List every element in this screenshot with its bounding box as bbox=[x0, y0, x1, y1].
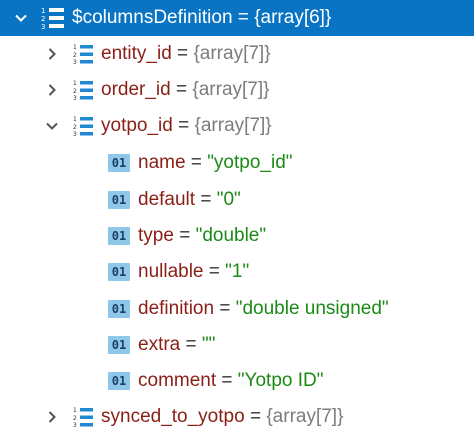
svg-text:2: 2 bbox=[73, 52, 77, 59]
variable-name: comment bbox=[138, 370, 217, 391]
tree-row-comment[interactable]: 01 comment = "Yotpo ID" bbox=[0, 363, 474, 399]
svg-text:3: 3 bbox=[73, 59, 77, 65]
equals-sign: = bbox=[172, 115, 195, 136]
primitive-01-icon: 01 bbox=[108, 336, 130, 354]
primitive-01-icon: 01 bbox=[108, 372, 130, 390]
tree-row-nullable[interactable]: 01 nullable = "1" bbox=[0, 254, 474, 290]
svg-text:1: 1 bbox=[73, 44, 77, 51]
variable-value: {array[7]} bbox=[266, 406, 344, 427]
svg-text:3: 3 bbox=[73, 131, 77, 137]
variable-name: synced_to_yotpo bbox=[101, 406, 245, 427]
chevron-right-icon[interactable] bbox=[43, 408, 61, 426]
equals-sign: = bbox=[170, 79, 193, 100]
variables-tree: 1 2 3 $columnsDefinition = {array[6]} 1 … bbox=[0, 0, 474, 437]
svg-text:3: 3 bbox=[41, 23, 45, 30]
equals-sign: = bbox=[203, 261, 226, 282]
primitive-01-icon: 01 bbox=[108, 154, 130, 172]
equals-sign: = bbox=[180, 334, 202, 355]
variable-name: yotpo_id bbox=[101, 115, 173, 136]
svg-text:1: 1 bbox=[73, 407, 77, 414]
variable-value: {array[6]} bbox=[254, 7, 332, 28]
equals-sign: = bbox=[173, 225, 196, 246]
variable-name: type bbox=[138, 225, 174, 246]
variable-value: "double" bbox=[195, 225, 267, 246]
array-list-icon: 1 2 3 bbox=[73, 43, 95, 65]
array-list-icon: 1 2 3 bbox=[73, 79, 95, 101]
svg-text:3: 3 bbox=[73, 422, 77, 428]
svg-text:2: 2 bbox=[73, 415, 77, 422]
tree-row-extra[interactable]: 01 extra = "" bbox=[0, 327, 474, 363]
chevron-right-icon[interactable] bbox=[43, 45, 61, 63]
tree-row-synced-to-yotpo[interactable]: 1 2 3 synced_to_yotpo = {array[7]} bbox=[0, 399, 474, 435]
primitive-01-icon: 01 bbox=[108, 300, 130, 318]
variable-name: order_id bbox=[101, 79, 171, 100]
chevron-down-icon[interactable] bbox=[43, 117, 61, 135]
equals-sign: = bbox=[171, 43, 194, 64]
variable-value: {array[7]} bbox=[192, 79, 270, 100]
variable-value: "1" bbox=[225, 261, 250, 282]
variable-name: $columnsDefinition bbox=[72, 7, 233, 28]
equals-sign: = bbox=[195, 189, 217, 210]
tree-row-entity-id[interactable]: 1 2 3 entity_id = {array[7]} bbox=[0, 36, 474, 72]
tree-row-definition[interactable]: 01 definition = "double unsigned" bbox=[0, 291, 474, 327]
equals-sign: = bbox=[244, 406, 267, 427]
equals-sign: = bbox=[185, 152, 208, 173]
svg-text:2: 2 bbox=[41, 15, 45, 23]
variable-value: "yotpo_id" bbox=[207, 152, 293, 173]
svg-text:2: 2 bbox=[73, 88, 77, 95]
variable-name: extra bbox=[138, 334, 181, 355]
array-list-icon: 1 2 3 bbox=[40, 6, 66, 30]
primitive-01-icon: 01 bbox=[108, 263, 130, 281]
variable-value: "Yotpo ID" bbox=[237, 370, 324, 391]
equals-sign: = bbox=[214, 298, 236, 319]
svg-text:1: 1 bbox=[73, 80, 77, 87]
equals-sign: = bbox=[232, 7, 255, 28]
chevron-right-icon[interactable] bbox=[43, 81, 61, 99]
primitive-01-icon: 01 bbox=[108, 191, 130, 209]
tree-row-yotpo-id[interactable]: 1 2 3 yotpo_id = {array[7]} bbox=[0, 108, 474, 144]
variable-value: {array[7]} bbox=[194, 115, 272, 136]
primitive-01-icon: 01 bbox=[108, 227, 130, 245]
variable-name: default bbox=[138, 189, 196, 210]
chevron-down-icon[interactable] bbox=[12, 9, 30, 27]
tree-row-name[interactable]: 01 name = "yotpo_id" bbox=[0, 145, 474, 181]
tree-row-default[interactable]: 01 default = "0" bbox=[0, 182, 474, 218]
variable-name: nullable bbox=[138, 261, 204, 282]
array-list-icon: 1 2 3 bbox=[73, 406, 95, 428]
variable-value: "double unsigned" bbox=[235, 298, 389, 319]
variable-value: "" bbox=[201, 334, 216, 355]
svg-text:1: 1 bbox=[41, 7, 45, 15]
tree-row-type[interactable]: 01 type = "double" bbox=[0, 218, 474, 254]
tree-row-columns-definition[interactable]: 1 2 3 $columnsDefinition = {array[6]} bbox=[0, 0, 474, 36]
svg-text:2: 2 bbox=[73, 124, 77, 131]
equals-sign: = bbox=[216, 370, 238, 391]
tree-row-order-id[interactable]: 1 2 3 order_id = {array[7]} bbox=[0, 72, 474, 108]
svg-text:3: 3 bbox=[73, 95, 77, 101]
variable-name: definition bbox=[138, 298, 215, 319]
array-list-icon: 1 2 3 bbox=[73, 115, 95, 137]
svg-text:1: 1 bbox=[73, 116, 77, 123]
variable-value: "0" bbox=[216, 189, 241, 210]
variable-value: {array[7]} bbox=[193, 43, 271, 64]
variable-name: name bbox=[138, 152, 186, 173]
variable-name: entity_id bbox=[101, 43, 172, 64]
